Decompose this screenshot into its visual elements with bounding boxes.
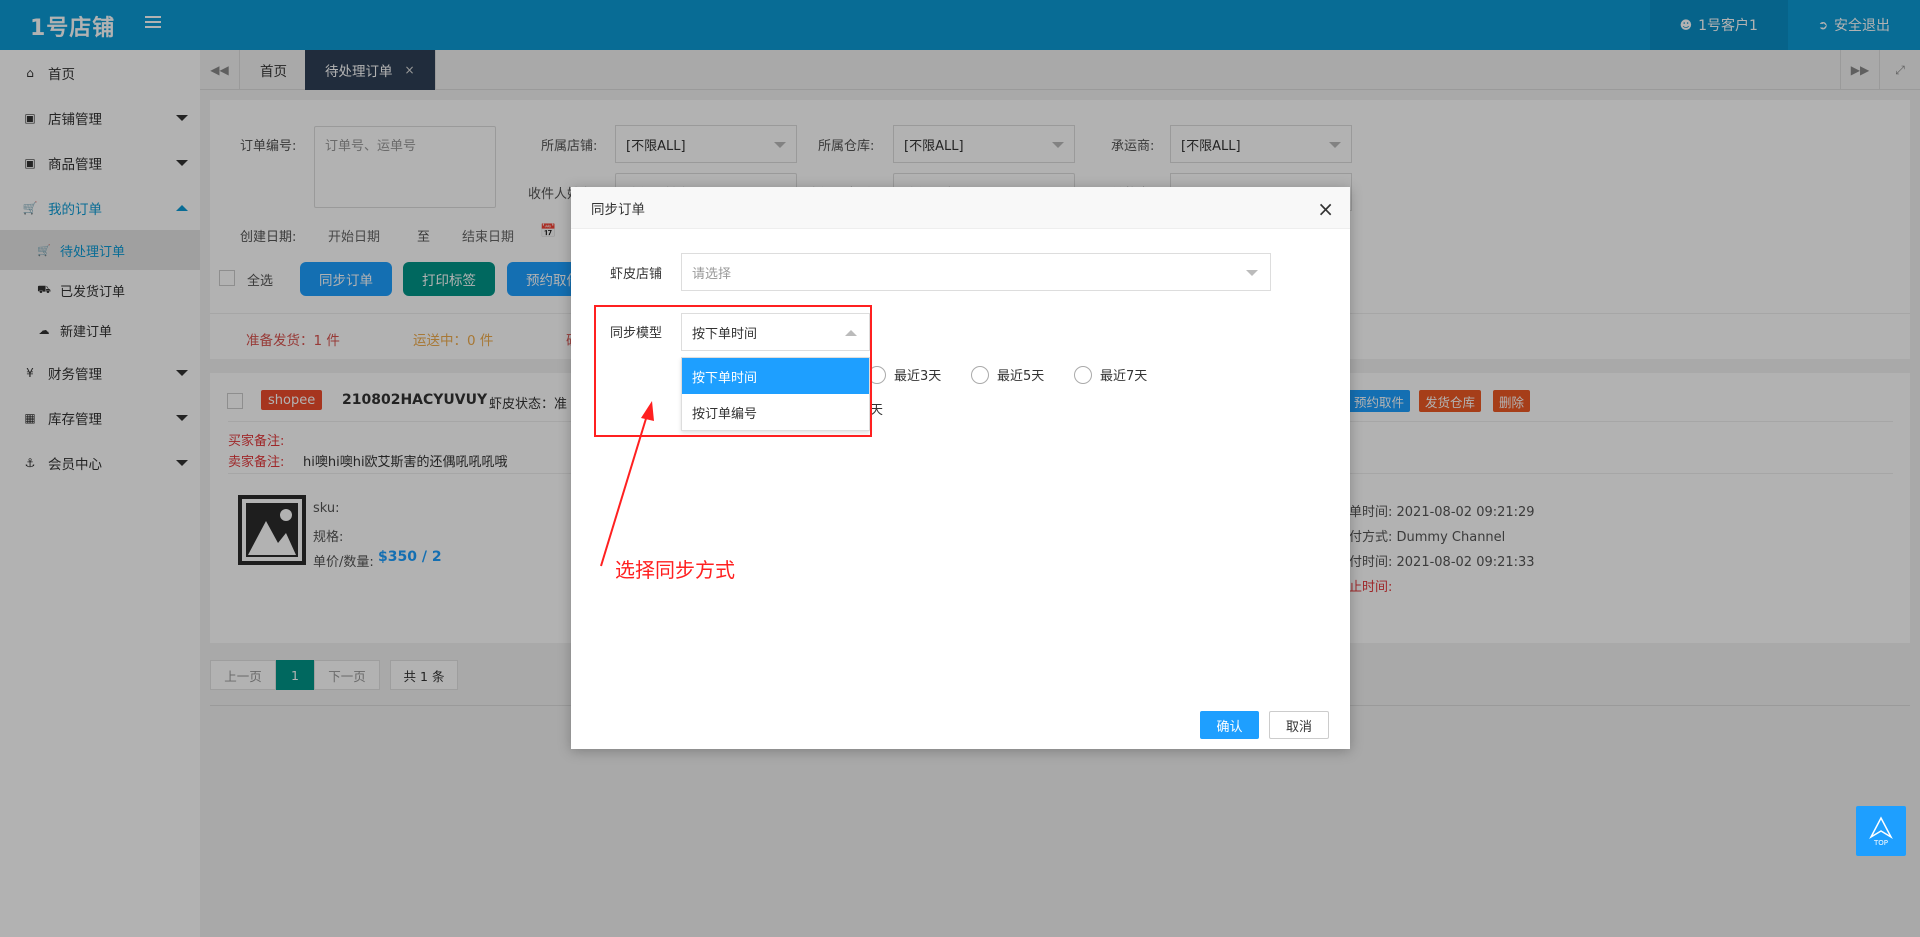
annotation-arrow <box>600 401 654 567</box>
annotation-caption: 选择同步方式 <box>615 558 735 582</box>
top-label: TOP <box>1873 839 1888 847</box>
back-to-top-button[interactable]: TOP <box>1856 806 1906 856</box>
arrow-up-icon <box>1869 816 1893 840</box>
